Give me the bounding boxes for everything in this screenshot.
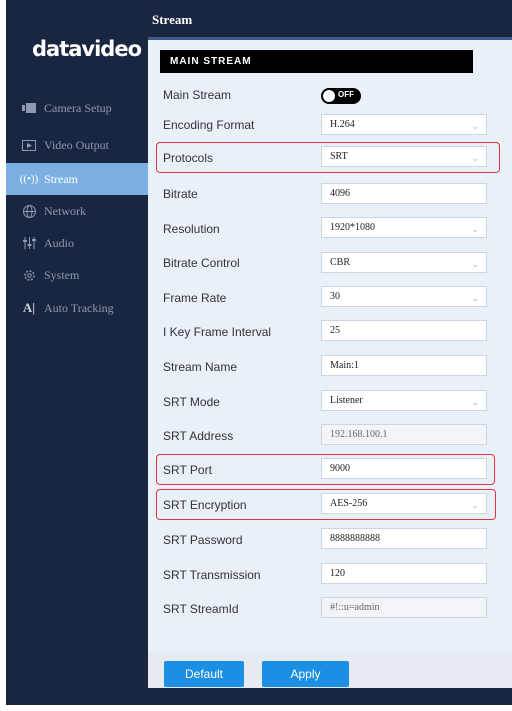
srt-port-label: SRT Port — [163, 463, 212, 477]
main-stream-toggle[interactable]: OFF — [321, 88, 361, 104]
stream-icon: ((•)) — [19, 173, 39, 185]
srt-password-input[interactable]: 8888888888 — [321, 528, 487, 549]
sidebar-item-label: Audio — [44, 235, 74, 250]
srt-transmission-label: SRT Transmission — [163, 568, 261, 582]
stream-name-value: Main:1 — [330, 360, 359, 371]
bitrate-control-value: CBR — [330, 257, 351, 268]
default-button[interactable]: Default — [164, 661, 244, 687]
srt-password-label: SRT Password — [163, 533, 243, 547]
srt-port-value: 9000 — [330, 463, 350, 474]
gear-icon — [18, 269, 40, 282]
resolution-value: 1920*1080 — [330, 222, 375, 233]
srt-transmission-value: 120 — [330, 568, 345, 579]
srt-encryption-label: SRT Encryption — [163, 498, 247, 512]
srt-transmission-input[interactable]: 120 — [321, 563, 487, 584]
frame-rate-value: 30 — [330, 291, 340, 302]
frame-rate-label: Frame Rate — [163, 291, 227, 305]
toggle-knob — [323, 90, 335, 102]
sidebar-item-label: Camera Setup — [44, 100, 112, 115]
sidebar-item-system[interactable]: System — [6, 259, 148, 291]
srt-mode-value: Listener — [330, 395, 363, 406]
encoding-format-select[interactable]: H.264 ⌄ — [321, 114, 487, 135]
bottom-bar — [148, 688, 512, 705]
apply-button[interactable]: Apply — [262, 661, 349, 687]
toggle-state: OFF — [338, 90, 354, 99]
bitrate-control-select[interactable]: CBR ⌄ — [321, 252, 487, 273]
sidebar-item-label: System — [44, 267, 80, 282]
sidebar-item-label: Network — [44, 203, 86, 218]
protocols-select[interactable]: SRT ⌄ — [321, 146, 487, 167]
chevron-down-icon: ⌄ — [471, 154, 479, 164]
frame-rate-select[interactable]: 30 ⌄ — [321, 286, 487, 307]
encoding-format-label: Encoding Format — [163, 118, 255, 132]
encoding-format-value: H.264 — [330, 119, 355, 130]
srt-encryption-value: AES-256 — [330, 498, 368, 509]
chevron-down-icon: ⌄ — [471, 294, 479, 304]
srt-streamid-value: #!::u=admin — [330, 602, 380, 613]
bitrate-control-label: Bitrate Control — [163, 256, 240, 270]
chevron-down-icon: ⌄ — [471, 122, 479, 132]
srt-mode-select[interactable]: Listener ⌄ — [321, 390, 487, 411]
i-key-frame-interval-value: 25 — [330, 325, 340, 336]
camera-icon — [18, 103, 40, 113]
auto-tracking-icon: A| — [22, 300, 36, 315]
srt-password-value: 8888888888 — [330, 533, 380, 544]
globe-icon — [18, 204, 40, 218]
section-header: MAIN STREAM — [160, 50, 473, 73]
top-bar: Stream — [148, 0, 512, 37]
srt-address-label: SRT Address — [163, 429, 234, 443]
protocols-value: SRT — [330, 151, 348, 162]
audio-sliders-icon — [18, 237, 40, 249]
bitrate-input[interactable]: 4096 — [321, 183, 487, 204]
srt-port-input[interactable]: 9000 — [321, 458, 487, 479]
resolution-label: Resolution — [163, 222, 220, 236]
srt-encryption-select[interactable]: AES-256 ⌄ — [321, 493, 487, 514]
datavideo-logo: datavideo — [32, 37, 142, 61]
stream-name-label: Stream Name — [163, 360, 238, 374]
main-stream-label: Main Stream — [163, 88, 232, 102]
resolution-select[interactable]: 1920*1080 ⌄ — [321, 217, 487, 238]
sidebar-item-camera-setup[interactable]: Camera Setup — [6, 92, 148, 124]
sidebar-item-audio[interactable]: Audio — [6, 227, 148, 259]
sidebar: datavideo Camera Setup Video Output ((•)… — [6, 0, 148, 705]
page-title: Stream — [152, 12, 193, 27]
chevron-down-icon: ⌄ — [471, 260, 479, 270]
sidebar-item-stream[interactable]: ((•)) Stream — [6, 163, 148, 195]
section-title: MAIN STREAM — [170, 56, 252, 67]
sidebar-item-network[interactable]: Network — [6, 195, 148, 227]
srt-streamid-input[interactable]: #!::u=admin — [321, 597, 487, 618]
sidebar-item-auto-tracking[interactable]: A| Auto Tracking — [6, 292, 148, 324]
sidebar-item-label: Video Output — [44, 137, 109, 152]
i-key-frame-interval-input[interactable]: 25 — [321, 320, 487, 341]
video-output-icon — [18, 139, 40, 151]
chevron-down-icon: ⌄ — [471, 501, 479, 511]
bitrate-label: Bitrate — [163, 187, 198, 201]
sidebar-item-label: Auto Tracking — [44, 300, 114, 315]
stream-name-input[interactable]: Main:1 — [321, 355, 487, 376]
srt-streamid-label: SRT StreamId — [163, 602, 239, 616]
bitrate-value: 4096 — [330, 188, 350, 199]
srt-mode-label: SRT Mode — [163, 395, 220, 409]
sidebar-item-label: Stream — [44, 171, 78, 186]
srt-address-input[interactable]: 192.168.100.1 — [321, 424, 487, 445]
chevron-down-icon: ⌄ — [471, 398, 479, 408]
srt-address-value: 192.168.100.1 — [330, 429, 388, 440]
sidebar-item-video-output[interactable]: Video Output — [6, 129, 148, 161]
protocols-label: Protocols — [163, 151, 214, 165]
chevron-down-icon: ⌄ — [471, 225, 479, 235]
i-key-frame-interval-label: I Key Frame Interval — [163, 325, 272, 339]
